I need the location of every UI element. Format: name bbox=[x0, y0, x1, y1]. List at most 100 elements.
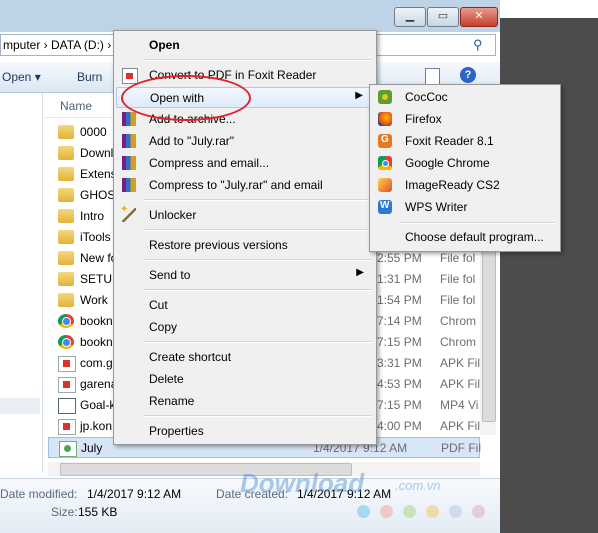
watermark-dot bbox=[449, 505, 462, 518]
address-path: mputer › DATA (D:) › bbox=[3, 38, 112, 52]
submenu-item-choose-default[interactable]: Choose default program... bbox=[372, 227, 558, 248]
menu-separator bbox=[400, 222, 556, 224]
menu-item-compress-email[interactable]: Compress and email... bbox=[116, 153, 372, 174]
watermark-logo: Download bbox=[240, 468, 365, 498]
submenu-item-label: Google Chrome bbox=[405, 156, 490, 170]
menu-item-create-shortcut[interactable]: Create shortcut bbox=[116, 347, 372, 368]
folder-icon bbox=[58, 230, 74, 244]
menu-item-add-rar[interactable]: Add to "July.rar" bbox=[116, 131, 372, 152]
submenu-item-label: Foxit Reader 8.1 bbox=[405, 134, 494, 148]
file-date: 1:54 PM bbox=[377, 293, 422, 307]
file-date: 1:31 PM bbox=[377, 272, 422, 286]
wps-writer-icon bbox=[378, 200, 392, 214]
menu-item-label: Properties bbox=[149, 424, 204, 438]
menu-item-delete[interactable]: Delete bbox=[116, 369, 372, 390]
folder-icon bbox=[58, 293, 74, 307]
menu-item-compress-rar-email[interactable]: Compress to "July.rar" and email bbox=[116, 175, 372, 196]
folder-icon bbox=[58, 188, 74, 202]
file-name: bookn bbox=[80, 335, 113, 349]
menu-item-cut[interactable]: Cut bbox=[116, 295, 372, 316]
watermark-dot bbox=[426, 505, 439, 518]
help-icon[interactable]: ? bbox=[460, 67, 476, 83]
menu-item-properties[interactable]: Properties bbox=[116, 421, 372, 442]
menu-separator bbox=[144, 199, 372, 201]
maximize-button[interactable]: ▭ bbox=[427, 7, 459, 27]
file-name: jp.kon bbox=[80, 419, 113, 433]
file-date: 7:15 PM bbox=[377, 398, 422, 412]
file-name: iTools bbox=[80, 230, 111, 244]
menu-item-label: Add to "July.rar" bbox=[149, 134, 234, 148]
menu-item-label: Open bbox=[149, 38, 180, 52]
file-name: bookn bbox=[80, 314, 113, 328]
open-with-submenu: CocCoc Firefox Foxit Reader 8.1 Google C… bbox=[369, 84, 561, 252]
file-type: APK Fil bbox=[440, 356, 481, 370]
apk-icon bbox=[58, 356, 76, 372]
pdf-icon bbox=[59, 441, 77, 457]
submenu-item-imageready[interactable]: ImageReady CS2 bbox=[372, 175, 558, 196]
menu-item-label: Send to bbox=[149, 268, 191, 282]
file-name: GHOS bbox=[80, 188, 116, 202]
file-type: Chrom bbox=[440, 314, 477, 328]
close-button[interactable]: ✕ bbox=[460, 7, 498, 27]
folder-icon bbox=[58, 251, 74, 265]
date-modified-label: Date modified: bbox=[0, 487, 78, 501]
menu-item-copy[interactable]: Copy bbox=[116, 317, 372, 338]
menu-item-restore-versions[interactable]: Restore previous versions bbox=[116, 235, 372, 256]
file-name: Downl bbox=[80, 146, 114, 160]
menu-separator bbox=[144, 229, 372, 231]
burn-button[interactable]: Burn bbox=[77, 70, 102, 84]
foxit-pdf-icon bbox=[122, 68, 138, 84]
open-button[interactable]: Open ▾ bbox=[2, 70, 41, 84]
file-date: 3:31 PM bbox=[377, 356, 422, 370]
file-type: File fol bbox=[440, 251, 476, 265]
watermark-suffix: .com.vn bbox=[395, 478, 441, 493]
file-name: Work bbox=[80, 293, 108, 307]
menu-item-open[interactable]: Open bbox=[116, 35, 372, 56]
folder-icon bbox=[58, 146, 74, 160]
coccoc-icon bbox=[378, 90, 392, 104]
maximize-icon: ▭ bbox=[437, 10, 449, 22]
submenu-item-label: Firefox bbox=[405, 112, 442, 126]
watermark-dot bbox=[403, 505, 416, 518]
menu-item-unlocker[interactable]: Unlocker bbox=[116, 204, 372, 226]
navigation-pane bbox=[0, 93, 43, 473]
menu-separator bbox=[144, 341, 372, 343]
column-name-header[interactable]: Name bbox=[60, 99, 92, 113]
file-type: APK Fil bbox=[440, 419, 481, 433]
search-icon[interactable]: ⚲ bbox=[473, 37, 483, 53]
minimize-button[interactable]: ▁ bbox=[394, 7, 426, 27]
menu-separator bbox=[144, 415, 372, 417]
winrar-icon bbox=[122, 134, 136, 148]
watermark-dot bbox=[472, 505, 485, 518]
navigation-selected-item[interactable] bbox=[0, 398, 40, 414]
menu-item-rename[interactable]: Rename bbox=[116, 391, 372, 412]
submenu-item-wps-writer[interactable]: WPS Writer bbox=[372, 197, 558, 218]
menu-item-label: Restore previous versions bbox=[149, 238, 288, 252]
menu-item-label: Create shortcut bbox=[149, 350, 232, 364]
folder-icon bbox=[58, 272, 74, 286]
submenu-item-coccoc[interactable]: CocCoc bbox=[372, 87, 558, 108]
winrar-icon bbox=[122, 156, 136, 170]
submenu-item-label: WPS Writer bbox=[405, 200, 468, 214]
watermark-dot bbox=[380, 505, 393, 518]
submenu-item-google-chrome[interactable]: Google Chrome bbox=[372, 153, 558, 174]
size-label: Size: bbox=[51, 505, 78, 519]
menu-item-label: Delete bbox=[149, 372, 184, 386]
date-modified-value: 1/4/2017 9:12 AM bbox=[87, 487, 182, 501]
background-window-strip bbox=[500, 0, 598, 18]
firefox-icon bbox=[378, 112, 392, 126]
file-name: Extens bbox=[80, 167, 117, 181]
submenu-arrow-icon: ▶ bbox=[356, 267, 364, 278]
chrome-icon bbox=[58, 314, 74, 328]
file-name: Intro bbox=[80, 209, 105, 223]
submenu-item-firefox[interactable]: Firefox bbox=[372, 109, 558, 130]
menu-item-send-to[interactable]: Send to ▶ bbox=[116, 265, 372, 286]
file-type: MP4 Vi bbox=[440, 398, 479, 412]
size-value: 155 KB bbox=[78, 505, 118, 519]
menu-item-label: Compress to "July.rar" and email bbox=[149, 178, 323, 192]
menu-item-label: Copy bbox=[149, 320, 178, 334]
menu-item-label: Cut bbox=[149, 298, 168, 312]
folder-icon bbox=[58, 167, 74, 181]
submenu-item-foxit-reader[interactable]: Foxit Reader 8.1 bbox=[372, 131, 558, 152]
menu-separator bbox=[144, 59, 372, 61]
